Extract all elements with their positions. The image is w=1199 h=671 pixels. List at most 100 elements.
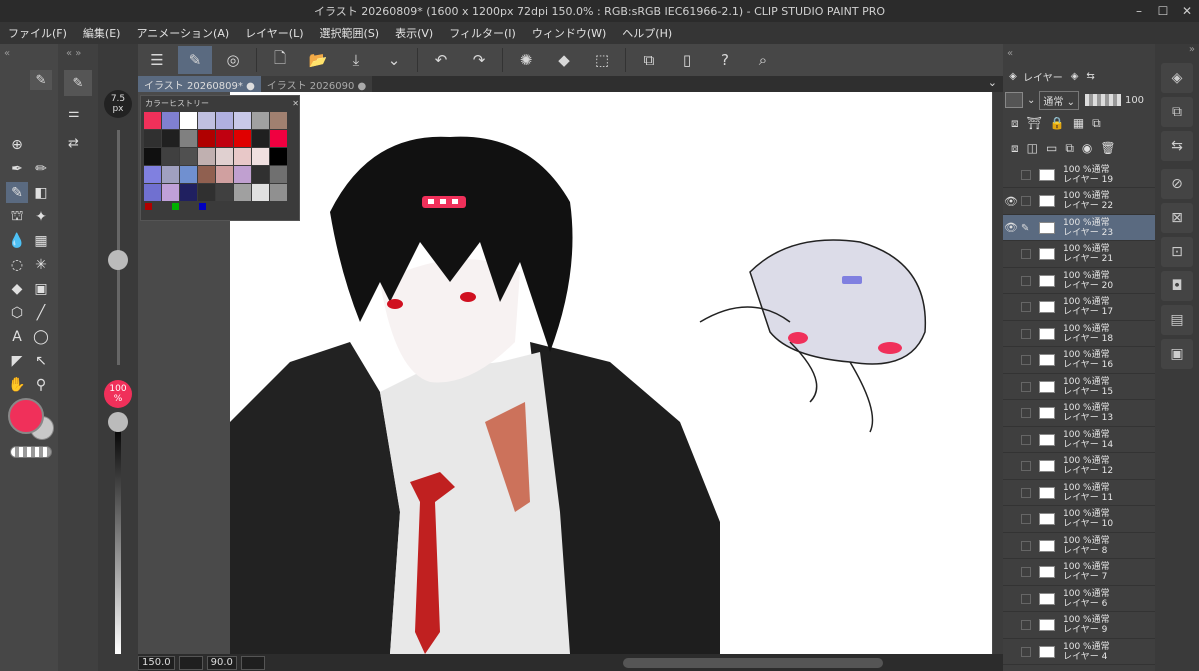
layer-row[interactable]: 100 %通常 レイヤー 10 (1003, 507, 1155, 533)
layer-row[interactable]: 100 %通常 レイヤー 7 (1003, 560, 1155, 586)
color-swatch[interactable] (144, 112, 161, 129)
color-swatch[interactable] (252, 166, 269, 183)
eraser-icon[interactable]: ◧ (30, 182, 52, 203)
move-icon[interactable]: ⊕ (6, 134, 28, 155)
layer-checkbox[interactable] (1021, 408, 1031, 418)
new-raster-icon[interactable]: ⧈ (1011, 141, 1019, 156)
pen-icon[interactable]: ✒ (6, 158, 28, 179)
minimize-icon[interactable]: – (1127, 0, 1151, 22)
ruler-icon[interactable]: ◤ (6, 350, 28, 371)
layer-row[interactable]: 100 %通常 レイヤー 20 (1003, 268, 1155, 294)
help-icon[interactable]: ? (708, 46, 742, 74)
menu-filter[interactable]: フィルター(I) (449, 25, 516, 41)
layer-row[interactable]: 100 %通常 レイヤー 21 (1003, 242, 1155, 268)
text-icon[interactable]: A (6, 326, 28, 347)
color-swatch[interactable] (144, 166, 161, 183)
item-bank-icon[interactable]: ▤ (1161, 305, 1193, 335)
new-folder-icon[interactable]: ▭ (1046, 141, 1057, 156)
close-panel-icon[interactable]: ✕ (292, 99, 299, 108)
blend-icon[interactable]: 💧 (6, 230, 28, 251)
magic-wand-icon[interactable]: ✳ (30, 254, 52, 275)
layer-row[interactable]: 👁 ✎ 100 %通常 レイヤー 23 (1003, 215, 1155, 241)
layer-row[interactable]: 100 %通常 レイヤー 11 (1003, 480, 1155, 506)
transparent-color[interactable] (10, 446, 52, 458)
color-swatch[interactable] (180, 166, 197, 183)
layer-checkbox[interactable] (1021, 196, 1031, 206)
color-swatch[interactable] (252, 130, 269, 147)
layer-row[interactable]: 100 %通常 レイヤー 8 (1003, 533, 1155, 559)
tabs-chevron-down-icon[interactable]: ⌄ (988, 76, 1003, 92)
main-color[interactable] (8, 398, 44, 434)
color-swatch[interactable] (162, 112, 179, 129)
layer-checkbox[interactable] (1021, 381, 1031, 392)
brush-icon[interactable]: ✎ (6, 182, 28, 203)
camera-icon[interactable]: ◘ (1161, 271, 1193, 301)
opacity-track[interactable] (115, 424, 121, 654)
merge-icon[interactable]: ⧉ (1065, 141, 1074, 156)
brush-subtool-icon[interactable]: ✎ (64, 70, 92, 96)
layer-checkbox[interactable] (1021, 593, 1031, 604)
layer-checkbox[interactable] (1021, 514, 1031, 524)
layer-checkbox[interactable] (1021, 249, 1031, 259)
brush-size-track[interactable] (117, 130, 120, 365)
line-icon[interactable]: ╱ (30, 302, 52, 323)
layer-row[interactable]: 100 %通常 レイヤー 15 (1003, 374, 1155, 400)
reference-icon[interactable]: ⛩ (1027, 116, 1042, 131)
angle-field[interactable]: 90.0 (206, 655, 237, 670)
layer-row[interactable]: 100 %通常 レイヤー 6 (1003, 586, 1155, 612)
color-swatch[interactable] (234, 130, 251, 147)
layer-row[interactable]: 100 %通常 レイヤー 12 (1003, 454, 1155, 480)
layers-flat-icon[interactable]: ⧉ (1161, 97, 1193, 127)
balloon-icon[interactable]: ◯ (30, 326, 52, 347)
zoom-field[interactable]: 150.0 (138, 655, 175, 670)
lock-icon[interactable]: 🔒 (1050, 116, 1065, 131)
settings-slider-icon[interactable]: ⚌ (68, 106, 80, 121)
clip-studio-icon[interactable]: ◎ (216, 46, 250, 74)
color-swatch[interactable] (216, 166, 233, 183)
canvas[interactable] (230, 92, 992, 654)
layer-checkbox[interactable] (1021, 567, 1031, 577)
menu-icon[interactable]: ☰ (140, 46, 174, 74)
eye-icon[interactable]: 👁 (1003, 221, 1019, 234)
tab-illustration-1[interactable]: イラスト 20260809* ● (138, 76, 261, 92)
layer-checkbox[interactable] (1021, 461, 1031, 471)
opacity-bar[interactable] (1084, 94, 1121, 106)
color-swatch[interactable] (234, 166, 251, 183)
delete-layer-icon[interactable]: 🗑 (1100, 141, 1115, 156)
color-swatch[interactable] (270, 166, 287, 183)
zoom-slider[interactable] (178, 655, 203, 670)
layer-property-icon[interactable]: ◈ (1071, 71, 1079, 82)
menu-file[interactable]: ファイル(F) (8, 25, 67, 41)
eyedropper-icon[interactable]: ⚲ (30, 374, 52, 395)
material-icon[interactable]: ⊡ (1161, 237, 1193, 267)
layer-row[interactable]: 100 %通常 レイヤー 13 (1003, 401, 1155, 427)
color-swatch[interactable] (252, 148, 269, 165)
subtool-add-icon[interactable]: ⇄ (68, 136, 79, 151)
layer-mask-icon[interactable]: ◉ (1082, 141, 1092, 156)
layer-tab-label[interactable]: レイヤー (1023, 69, 1063, 84)
layer-row[interactable]: 100 %通常 レイヤー 9 (1003, 613, 1155, 639)
color-swatch[interactable] (144, 130, 161, 147)
close-icon[interactable]: ✕ (1175, 0, 1199, 22)
color-swatch[interactable] (180, 148, 197, 165)
brush-size-handle[interactable] (108, 250, 128, 270)
layer-row[interactable]: 👁 100 %通常 レイヤー 22 (1003, 189, 1155, 215)
history-icon[interactable]: ⇆ (1086, 71, 1094, 82)
color-swatch[interactable] (234, 112, 251, 129)
layer-color-box[interactable] (1005, 92, 1023, 108)
opacity-handle[interactable] (108, 412, 128, 432)
layer-checkbox[interactable]: ✎ (1021, 223, 1031, 234)
color-swatch[interactable] (144, 184, 161, 201)
grid-icon[interactable]: ▦ (30, 230, 52, 251)
layer-checkbox[interactable] (1021, 275, 1031, 286)
undo-icon[interactable]: ↶ (424, 46, 458, 74)
menu-layer[interactable]: レイヤー(L) (245, 25, 303, 41)
navigator-icon[interactable]: ⊘ (1161, 169, 1193, 199)
color-swatch[interactable] (234, 184, 251, 201)
open-file-icon[interactable]: 📂 (301, 46, 335, 74)
collapse-left-icon[interactable]: « (4, 48, 10, 59)
menu-help[interactable]: ヘルプ(H) (622, 25, 672, 41)
search-icon[interactable]: ⌕ (746, 46, 780, 74)
new-vector-icon[interactable]: ◫ (1027, 141, 1038, 156)
layers-stack-icon[interactable]: ◈ (1161, 63, 1193, 93)
